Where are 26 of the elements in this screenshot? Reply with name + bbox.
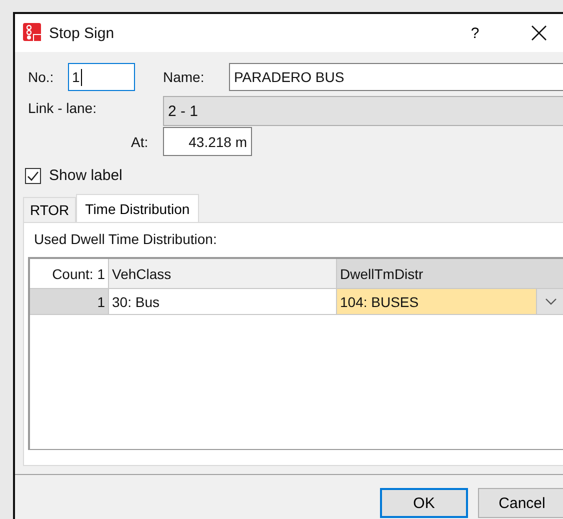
checkbox[interactable] (25, 168, 41, 184)
link-lane-label: Link - lane: (28, 99, 98, 116)
table-cell: 30: Bus (109, 289, 337, 315)
window-title: Stop Sign (49, 24, 114, 42)
number-label: No.: (28, 69, 55, 85)
at-label: At: (131, 134, 150, 150)
number-field[interactable]: 1 (68, 63, 135, 91)
name-label: Name: (163, 69, 206, 85)
column-header: DwellTmDistr (337, 259, 563, 289)
dropdown-button[interactable] (536, 289, 563, 314)
chevron-down-icon (544, 298, 556, 306)
row-header: 1 (30, 289, 109, 315)
app-icon (23, 23, 43, 43)
help-button[interactable]: ? (465, 18, 485, 48)
ok-button[interactable]: OK (380, 488, 468, 518)
at-field[interactable]: 43.218 m (163, 127, 252, 156)
section-label: Used Dwell Time Distribution: (34, 231, 217, 247)
checkbox-label: Show label (49, 167, 122, 184)
dropdown-cell[interactable]: 104: BUSES (337, 289, 563, 315)
tab[interactable]: Time Distribution (76, 194, 199, 222)
column-header: VehClass (109, 259, 337, 289)
row-count-header: Count: 1 (30, 259, 109, 289)
name-field[interactable]: PARADERO BUS (229, 63, 563, 91)
tab[interactable]: RTOR (23, 197, 76, 222)
link-lane-dropdown[interactable]: 2 - 1 (163, 96, 563, 126)
cancel-button[interactable]: Cancel (478, 488, 563, 518)
